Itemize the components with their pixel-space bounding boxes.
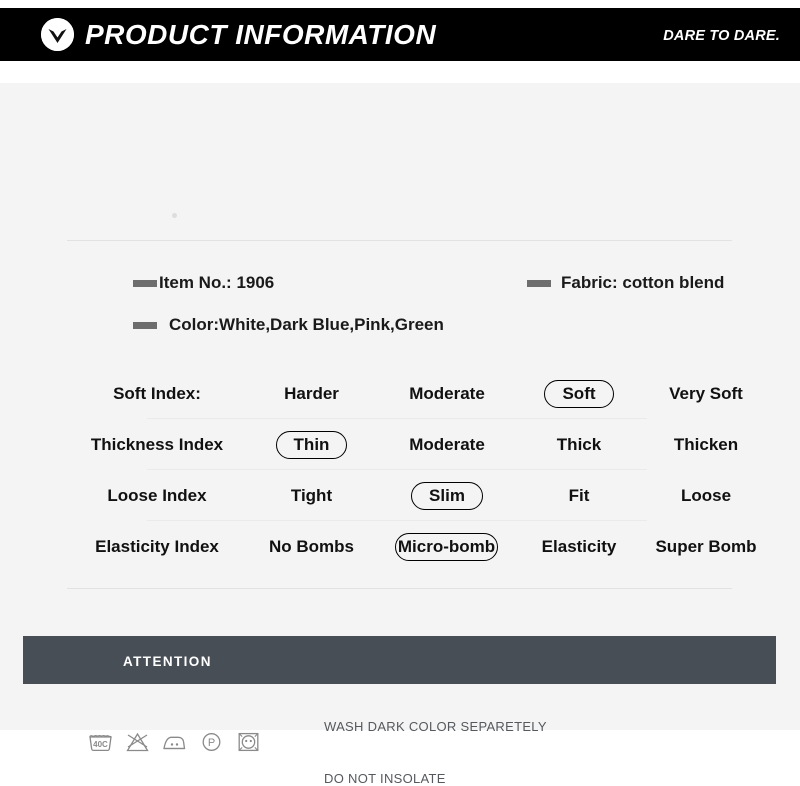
page-title: PRODUCT INFORMATION [85, 19, 437, 50]
wash-40c-icon: 40C [88, 731, 113, 753]
option-loose-index-2[interactable]: Fit [519, 470, 639, 521]
attention-banner: ATTENTION [23, 636, 776, 684]
divider-bottom [67, 588, 732, 589]
option-label: Harder [284, 383, 339, 403]
option-label: Very Soft [669, 383, 743, 403]
svg-text:40C: 40C [93, 740, 108, 749]
selected-option-pill: Soft [544, 379, 614, 408]
option-loose-index-3[interactable]: Loose [641, 470, 771, 521]
row-label-loose-index: Loose Index [107, 485, 207, 505]
item-number-field: Item No.: 1906 [133, 273, 274, 293]
table-row: Soft Index: Harder Moderate Soft Very So… [67, 368, 743, 419]
bullet-dash-icon [527, 279, 551, 287]
care-symbols-group: 40C P [88, 731, 261, 753]
option-label: Super Bomb [655, 536, 757, 556]
item-number-value: Item No.: 1906 [159, 273, 275, 292]
option-thickness-index-3[interactable]: Thicken [641, 419, 771, 470]
option-soft-index-3[interactable]: Very Soft [641, 368, 771, 419]
selected-option-pill: Micro-bomb [394, 532, 499, 561]
option-label: Elasticity [541, 536, 617, 556]
product-info-panel: Item No.: 1906 Fabric: cotton blend Colo… [0, 83, 800, 786]
selected-option-pill: Slim [411, 481, 483, 510]
iron-two-dots-icon [162, 731, 187, 753]
dry-clean-p-icon: P [199, 731, 224, 753]
option-label: Moderate [409, 434, 485, 454]
option-label: Tight [290, 485, 333, 505]
svg-text:P: P [208, 737, 215, 749]
background-speck [172, 213, 177, 218]
care-line-insolate: DO NOT INSOLATE [324, 771, 446, 786]
row-label-soft-index: Soft Index: [113, 383, 201, 403]
v-chevron-logo-icon [41, 18, 74, 51]
fabric-value: Fabric: cotton blend [561, 273, 725, 292]
selected-option-pill: Thin [275, 430, 348, 459]
option-elasticity-index-2[interactable]: Elasticity [519, 521, 639, 572]
option-thickness-index-2[interactable]: Thick [519, 419, 639, 470]
table-row: Elasticity Index No Bombs Micro-bomb Ela… [67, 521, 757, 572]
fabric-field: Fabric: cotton blend [527, 273, 724, 293]
bullet-dash-icon [133, 279, 157, 287]
index-table: Soft Index: Harder Moderate Soft Very So… [67, 368, 757, 572]
option-label: Fit [568, 485, 590, 505]
row-label-thickness-index: Thickness Index [90, 434, 224, 454]
option-loose-index-1-selected[interactable]: Slim [377, 470, 517, 521]
page-header: PRODUCT INFORMATION DARE TO DARE. [0, 8, 800, 61]
option-elasticity-index-1-selected[interactable]: Micro-bomb [377, 521, 517, 572]
option-label: Thick [556, 434, 602, 454]
row-label-elasticity-index: Elasticity Index [95, 536, 219, 556]
table-row: Thickness Index Thin Moderate Thick Thic… [67, 419, 738, 470]
option-label: Moderate [409, 383, 485, 403]
option-label: Loose [680, 485, 732, 505]
option-loose-index-0[interactable]: Tight [249, 470, 374, 521]
care-line-wash: WASH DARK COLOR SEPARETELY [324, 719, 547, 734]
brand-logo [41, 18, 74, 51]
option-thickness-index-0-selected[interactable]: Thin [249, 419, 374, 470]
option-thickness-index-1[interactable]: Moderate [377, 419, 517, 470]
tumble-dry-icon [236, 731, 261, 753]
color-value: Color:White,Dark Blue,Pink,Green [169, 315, 444, 334]
brand-tagline: DARE TO DARE. [663, 28, 780, 44]
option-elasticity-index-0[interactable]: No Bombs [249, 521, 374, 572]
option-elasticity-index-3[interactable]: Super Bomb [641, 521, 771, 572]
divider-top [67, 240, 732, 241]
color-field: Color:White,Dark Blue,Pink,Green [133, 315, 444, 335]
option-soft-index-0[interactable]: Harder [249, 368, 374, 419]
bullet-dash-icon [133, 321, 157, 329]
table-row: Loose Index Tight Slim Fit Loose [67, 470, 732, 521]
do-not-bleach-icon [125, 731, 150, 753]
attention-title: ATTENTION [123, 654, 212, 669]
option-soft-index-2-selected[interactable]: Soft [519, 368, 639, 419]
option-label: No Bombs [269, 536, 354, 556]
option-label: Thicken [673, 434, 739, 454]
option-soft-index-1[interactable]: Moderate [377, 368, 517, 419]
